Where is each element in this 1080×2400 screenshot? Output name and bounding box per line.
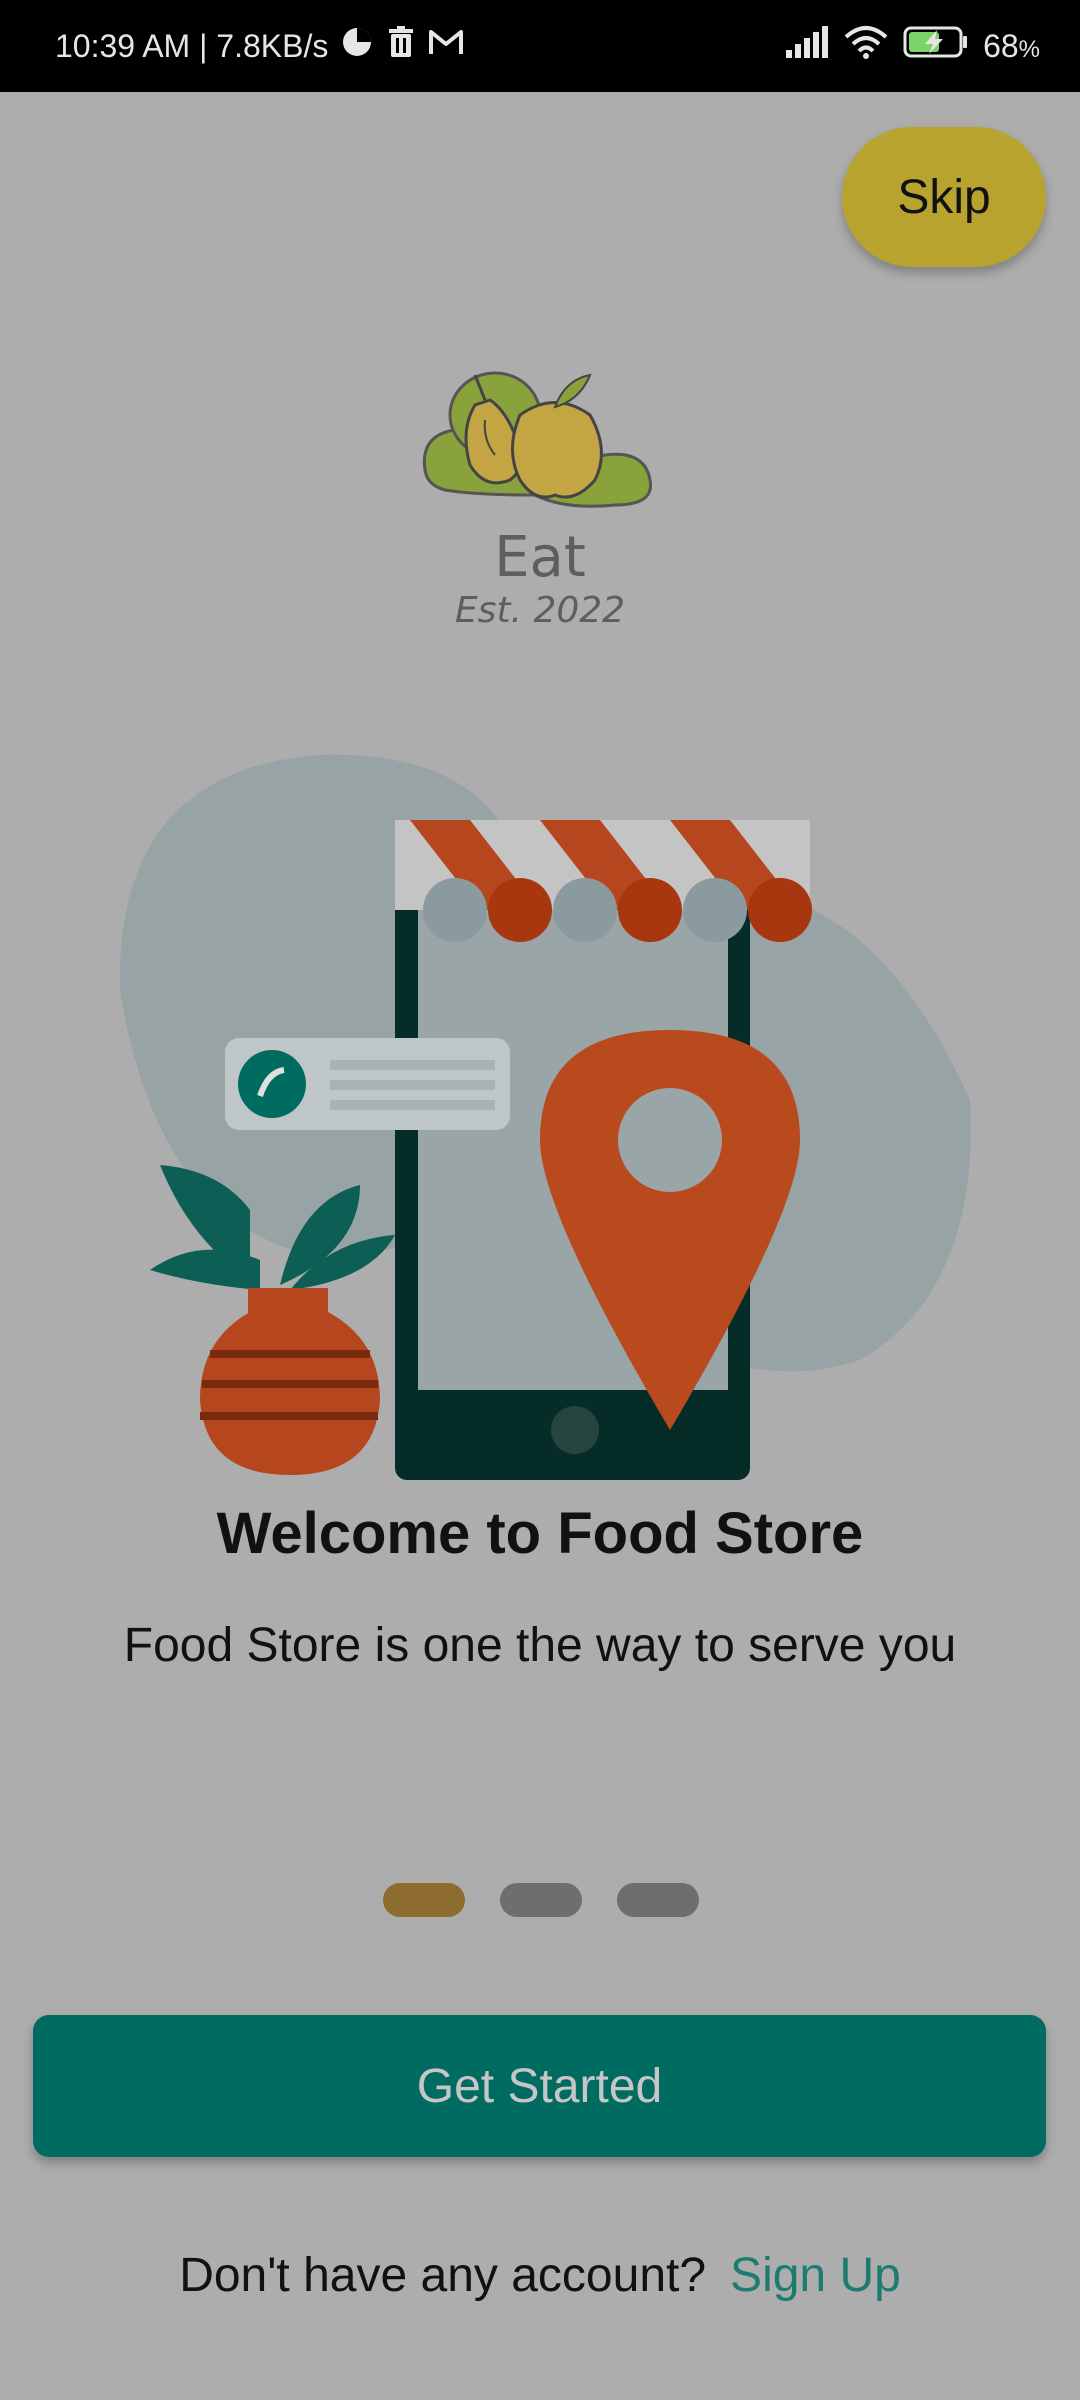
signal-icon	[785, 26, 829, 66]
onboarding-title: Welcome to Food Store	[216, 1501, 864, 1566]
fruit-logo-icon	[422, 371, 653, 508]
skip-button[interactable]: Skip	[842, 127, 1046, 267]
onboarding-illustration	[100, 740, 980, 1480]
battery-charging-icon	[903, 25, 969, 67]
pie-chart-icon	[340, 25, 374, 67]
page-indicator-dot-active[interactable]	[383, 1883, 465, 1917]
get-started-button[interactable]: Get Started	[33, 2015, 1046, 2157]
page-indicator-dot[interactable]	[617, 1883, 699, 1917]
signup-row: Don't have any account? Sign Up	[0, 2240, 1080, 2310]
status-bar: 10:39 AM | 7.8KB/s 68%	[0, 0, 1080, 92]
status-bar-left: 10:39 AM | 7.8KB/s	[55, 0, 464, 92]
onboarding-subtitle: Food Store is one the way to serve you	[123, 1619, 957, 1672]
logo-tagline: Est. 2022	[454, 590, 626, 631]
wifi-icon	[843, 25, 889, 67]
trash-icon	[386, 25, 416, 67]
status-bar-right: 68%	[785, 0, 1040, 92]
status-time-speed: 10:39 AM | 7.8KB/s	[55, 27, 329, 64]
signup-prompt: Don't have any account?	[179, 2248, 707, 2302]
gmail-icon	[428, 27, 464, 65]
brand-logo: Eat Est. 2022	[415, 355, 665, 635]
battery-level: 68%	[983, 27, 1040, 64]
signup-link[interactable]: Sign Up	[730, 2248, 901, 2303]
page-indicator-dot[interactable]	[500, 1883, 582, 1917]
phone-call-card-icon	[225, 1038, 510, 1130]
logo-name: Eat	[494, 525, 586, 590]
page-indicator	[383, 1883, 699, 1917]
